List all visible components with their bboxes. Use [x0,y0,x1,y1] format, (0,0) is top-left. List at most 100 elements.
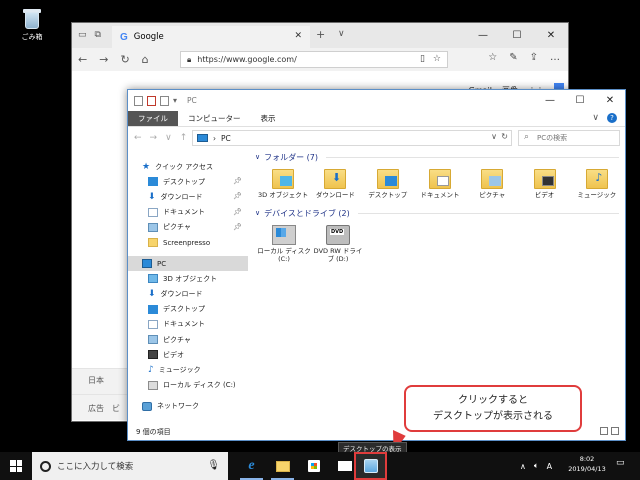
nav-pc-music[interactable]: ♪ ミュージック [128,362,248,377]
forward-icon[interactable]: → [150,133,158,143]
reading-view-icon[interactable]: ▯ [420,54,425,64]
forward-icon[interactable]: → [99,53,108,66]
tab-preview-icon[interactable]: ▭ [78,30,87,40]
microphone-icon[interactable]: 🎙︎ [207,460,220,471]
nav-quick-desktop[interactable]: デスクトップ 📌︎ [128,174,248,189]
search-icon: ⌕ [524,132,530,142]
nav-quick-documents[interactable]: ドキュメント 📌︎ [128,205,248,220]
path-pc[interactable]: PC [221,134,231,143]
up-icon[interactable]: ↑ [180,133,188,143]
taskbar-search[interactable]: ここに入力して検索 🎙︎ [32,452,228,480]
pin-icon: 📌︎ [233,192,242,201]
taskbar-edge[interactable]: e [236,452,267,480]
group-header-drives[interactable]: ∨ デバイスとドライブ (2) [253,205,623,221]
tray-chevron-icon[interactable]: ∧ [520,462,526,471]
share-icon[interactable]: ⇪ [530,52,538,63]
nav-pc-desktop[interactable]: デスクトップ [128,302,248,317]
nav-pc-local-disk[interactable]: ローカル ディスク (C:) [128,378,248,393]
drive-local-disk-c[interactable]: ローカル ディスク (C:) [257,221,311,264]
volume-icon[interactable]: 🔈︎ [534,461,539,471]
search-box[interactable]: ⌕ PCの検索 [518,130,620,146]
folder-3d-objects[interactable]: 3D オブジェクト [257,165,309,199]
minimize-icon[interactable]: — [535,90,565,111]
tab-aside-icon[interactable]: ⧉ [95,30,101,40]
system-tray: ∧ 🔈︎ A [520,452,552,480]
folder-desktop[interactable]: デスクトップ [362,165,414,199]
nav-quick-downloads[interactable]: ⬇ ダウンロード 📌︎ [128,189,248,204]
tab-title: Google [133,32,164,42]
nav-pc-3d-objects[interactable]: 3D オブジェクト [128,271,248,286]
music-icon: ♪ [148,365,154,376]
refresh-icon[interactable]: ↻ [501,132,508,141]
new-folder-icon[interactable] [160,95,169,106]
tab-menu-chevron-icon[interactable]: ∨ [338,29,345,39]
properties-icon[interactable] [134,95,143,106]
tab-google[interactable]: G Google ✕ [112,26,310,48]
ime-indicator[interactable]: A [547,462,552,471]
footer-link-ads[interactable]: 広告 [88,403,104,414]
back-icon[interactable]: ← [134,133,142,143]
notification-icon[interactable]: ▭ [616,458,630,472]
ribbon-expand-icon[interactable]: ∨ [592,113,599,123]
nav-quick-screenpresso[interactable]: Screenpresso [128,235,248,250]
close-tab-icon[interactable]: ✕ [294,31,302,41]
path-dropdown-icon[interactable]: ∨ [491,132,497,141]
drives-grid: ローカル ディスク (C:) DVD DVD RW ドライブ (D:) [253,221,623,264]
details-view-icon[interactable] [600,427,608,435]
help-icon[interactable]: ? [607,113,617,123]
new-tab-icon[interactable]: + [316,28,325,41]
folder-downloads[interactable]: ⬇ ダウンロード [309,165,361,199]
refresh-icon[interactable]: ↻ [120,53,129,66]
quick-access-dropdown-icon[interactable]: ▾ [173,96,177,105]
ribbon-tab-file[interactable]: ファイル [128,111,178,126]
address-bar[interactable]: 🔒︎ https://www.google.com/ ▯ ☆ [180,51,448,68]
folder-videos[interactable]: ビデオ [518,165,570,199]
nav-network[interactable]: ネットワーク [128,399,248,414]
recent-dropdown-icon[interactable]: ∨ [165,133,172,143]
taskbar-store[interactable] [298,452,329,480]
nav-pc-pictures[interactable]: ピクチャ [128,332,248,347]
minimize-icon[interactable]: — [466,23,500,48]
maximize-icon[interactable]: ☐ [565,90,595,111]
path-separator-icon[interactable]: › [213,134,216,143]
folder-music[interactable]: ♪ ミュージック [571,165,623,199]
ribbon-tab-view[interactable]: 表示 [251,111,286,126]
close-icon[interactable]: ✕ [534,23,568,48]
home-icon[interactable]: ⌂ [142,53,149,66]
path-bar[interactable]: › PC ∨ ↻ [192,130,512,146]
large-icons-view-icon[interactable] [611,427,619,435]
folder-icon: ⬇ [324,169,347,189]
drive-dvd-rw-d[interactable]: DVD DVD RW ドライブ (D:) [311,221,365,264]
start-button[interactable] [0,452,32,480]
check-icon[interactable] [147,95,156,106]
navigation-pane: ★ クイック アクセス デスクトップ 📌︎ ⬇ ダウンロード 📌︎ ドキュメント… [128,149,248,424]
close-icon[interactable]: ✕ [595,90,625,111]
recycle-bin-shortcut[interactable]: ごみ箱 [14,6,50,42]
explorer-addressbar: ← → ∨ ↑ › PC ∨ ↻ ⌕ PCの検索 [128,127,625,149]
ribbon: ファイル コンピューター 表示 ∨ ? [128,111,625,127]
nav-quick-access[interactable]: ★ クイック アクセス [128,159,248,174]
chevron-down-icon: ∨ [255,209,261,218]
group-header-folders[interactable]: ∨ フォルダー (7) [253,149,623,165]
ribbon-tab-computer[interactable]: コンピューター [178,111,251,126]
nav-pc-videos[interactable]: ビデオ [128,347,248,362]
nav-pc-documents[interactable]: ドキュメント [128,317,248,332]
footer-link-business[interactable]: ビ [112,403,120,414]
show-desktop-button[interactable] [354,452,387,480]
folder-icon [481,169,504,189]
folder-icon: ♪ [585,169,608,189]
maximize-icon[interactable]: ☐ [500,23,534,48]
favorite-star-icon[interactable]: ☆ [433,54,441,64]
folder-documents[interactable]: ドキュメント [414,165,466,199]
dvd-drive-icon: DVD [326,225,350,246]
more-icon[interactable]: … [550,52,560,63]
nav-pc[interactable]: PC [128,256,248,272]
back-icon[interactable]: ← [78,53,87,66]
favorites-icon[interactable]: ☆ [488,52,497,63]
folder-pictures[interactable]: ピクチャ [466,165,518,199]
clock[interactable]: 8:02 2019/04/13 [562,455,612,475]
nav-quick-pictures[interactable]: ピクチャ 📌︎ [128,220,248,235]
taskbar-file-explorer[interactable] [267,452,298,480]
pen-icon[interactable]: ✎ [509,52,517,63]
nav-pc-downloads[interactable]: ⬇ ダウンロード [128,287,248,302]
